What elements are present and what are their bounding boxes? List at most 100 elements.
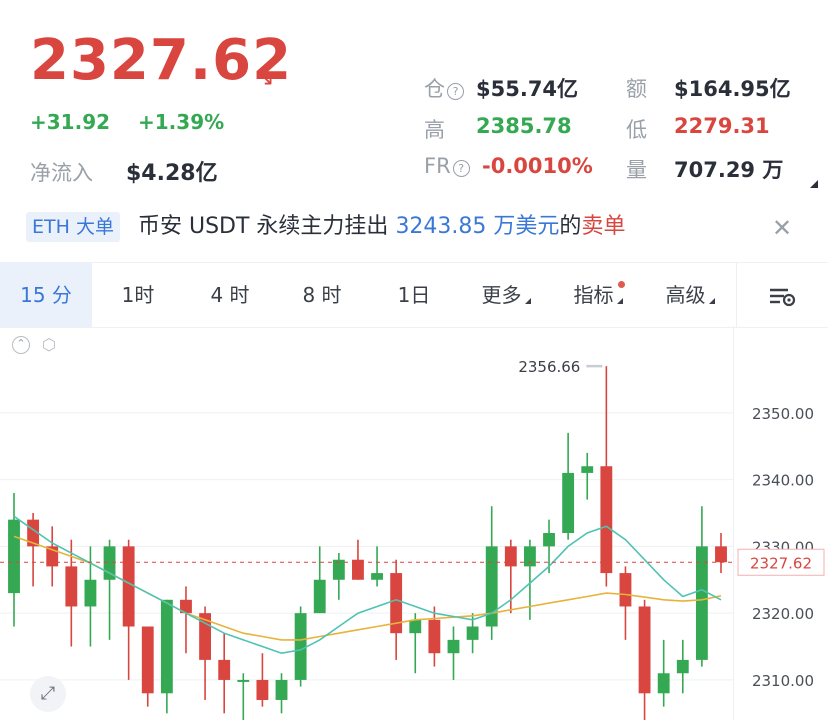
close-icon[interactable]: ✕ xyxy=(772,214,792,242)
news-side: 卖单 xyxy=(581,214,626,239)
candle-body xyxy=(695,546,708,660)
y-tick-label: 2340.00 xyxy=(752,472,814,490)
caret-icon xyxy=(524,298,531,304)
candle-body xyxy=(543,533,555,547)
tab-advanced-label: 高级 xyxy=(665,283,706,307)
candle xyxy=(447,626,460,680)
candle xyxy=(294,606,307,687)
candle-body xyxy=(218,659,231,680)
candle xyxy=(657,639,670,707)
candle xyxy=(562,432,575,540)
candle xyxy=(313,546,326,614)
tab-4h[interactable]: 4 时 xyxy=(184,263,276,327)
news-tag: ETH 大单 xyxy=(26,212,120,242)
candle-body xyxy=(275,679,288,700)
caret-icon xyxy=(616,298,623,304)
low-label: 低 xyxy=(626,118,647,142)
candle-body xyxy=(715,546,727,563)
candle-body xyxy=(237,679,250,682)
turnover-value: $164.95亿 xyxy=(674,77,791,101)
chart-settings-icon xyxy=(769,288,795,306)
high-label: 高 xyxy=(424,118,445,142)
oi-label-group[interactable]: 仓? xyxy=(424,73,464,103)
tab-indicators-label: 指标 xyxy=(573,283,614,307)
chart-settings-button[interactable] xyxy=(736,263,828,327)
tab-8h[interactable]: 8 时 xyxy=(276,263,368,327)
candle-body xyxy=(141,626,154,694)
candle xyxy=(715,533,727,574)
candle xyxy=(619,566,632,640)
candle-body xyxy=(600,466,613,574)
candle xyxy=(428,606,441,667)
collapse-icon[interactable]: ⌃ xyxy=(12,336,30,354)
turnover-label: 额 xyxy=(626,77,647,101)
tab-indicators[interactable]: 指标 xyxy=(552,263,644,327)
candle-body xyxy=(657,673,670,694)
caret-icon xyxy=(708,298,715,304)
help-icon[interactable]: ? xyxy=(452,160,470,177)
tab-1h[interactable]: 1时 xyxy=(92,263,184,327)
ma-slow-line xyxy=(13,535,722,641)
chart-overlays: 2327.62 2356.66 xyxy=(0,358,825,576)
candle xyxy=(275,673,288,714)
candle xyxy=(237,673,250,720)
candle xyxy=(332,553,345,600)
candle xyxy=(390,559,403,660)
low-value: 2279.31 xyxy=(674,114,770,138)
max-price-label: 2356.66 xyxy=(518,358,580,376)
fr-label: FR xyxy=(424,154,451,178)
candle xyxy=(352,539,364,580)
candle-body xyxy=(371,573,383,580)
candle xyxy=(676,639,689,694)
y-tick-label: 2350.00 xyxy=(752,405,814,423)
candle xyxy=(485,506,498,640)
candle-body xyxy=(409,619,422,634)
trend-arrow-icon: ↘ xyxy=(256,66,275,91)
candle-body xyxy=(619,573,632,607)
netflow-value: $4.28亿 xyxy=(126,161,218,186)
candle xyxy=(543,519,555,574)
news-text-mid: 的 xyxy=(559,214,582,239)
tab-more[interactable]: 更多 xyxy=(460,263,552,327)
candle xyxy=(638,599,651,720)
candles xyxy=(8,366,727,720)
change-pct: +1.39% xyxy=(138,110,225,134)
current-price-tag: 2327.62 xyxy=(750,554,812,572)
tab-15m[interactable]: 15 分 xyxy=(0,263,92,327)
candle xyxy=(600,366,613,587)
candle-body xyxy=(160,599,173,694)
candle xyxy=(581,452,594,500)
candle-body xyxy=(428,619,441,654)
moving-averages xyxy=(13,515,722,655)
notification-dot-icon xyxy=(618,281,625,288)
candle xyxy=(8,492,20,627)
tab-1d[interactable]: 1日 xyxy=(368,263,460,327)
high-value: 2385.78 xyxy=(476,114,572,138)
change-abs: +31.92 xyxy=(30,110,111,134)
axis-divider xyxy=(733,326,734,720)
tab-more-label: 更多 xyxy=(481,283,522,307)
fullscreen-icon[interactable]: ⤢ xyxy=(30,676,66,712)
news-text[interactable]: 币安 USDT 永续主力挂出 3243.85 万美元的卖单 xyxy=(138,212,625,242)
candle-body xyxy=(84,579,97,607)
candlestick-chart[interactable]: 2350.002340.002330.002320.002310.00 2327… xyxy=(0,326,828,720)
fr-label-group[interactable]: FR? xyxy=(424,154,470,178)
candle xyxy=(160,599,173,714)
candle-body xyxy=(65,566,78,607)
candle-body xyxy=(256,679,269,700)
help-icon[interactable]: ? xyxy=(447,83,464,100)
candle xyxy=(218,633,231,714)
candle xyxy=(103,539,116,640)
candle-body xyxy=(294,613,307,680)
netflow-label: 净流入 xyxy=(30,161,93,185)
hexagon-settings-icon[interactable]: ⬡ xyxy=(42,335,56,354)
candle xyxy=(122,539,135,680)
candle xyxy=(27,512,40,587)
candle-body xyxy=(447,639,460,654)
candle-body xyxy=(523,546,536,567)
volume-label: 量 xyxy=(626,158,647,182)
candle-body xyxy=(676,659,689,674)
oi-value: $55.74亿 xyxy=(476,77,579,101)
tab-advanced[interactable]: 高级 xyxy=(644,263,736,327)
expand-corner-icon[interactable] xyxy=(810,180,818,188)
